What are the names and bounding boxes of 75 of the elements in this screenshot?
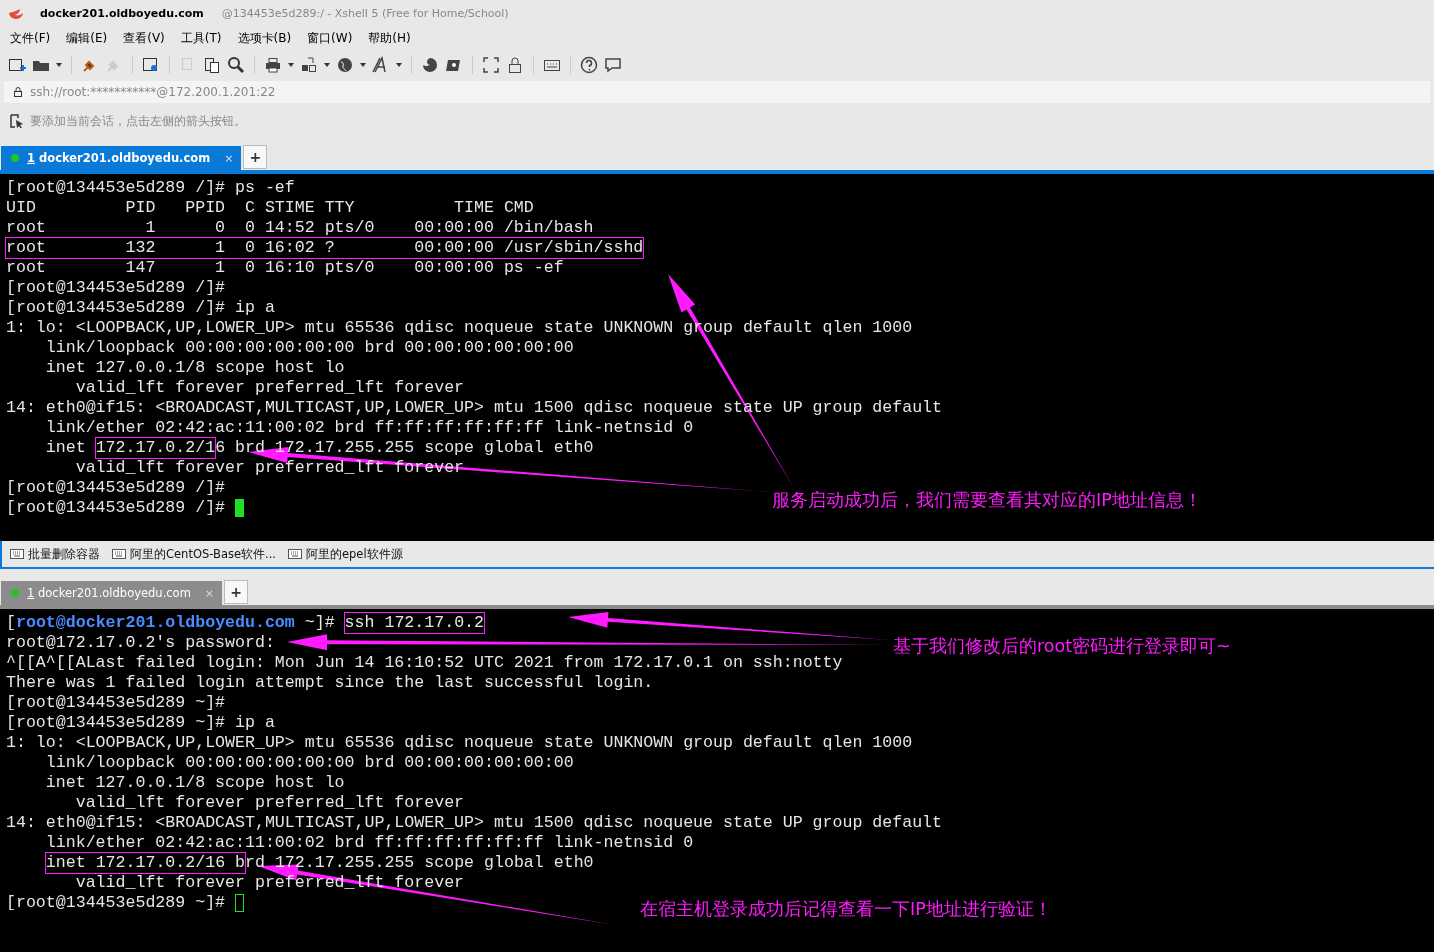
keyboard-icon	[10, 549, 24, 559]
menu-item[interactable]: 编辑(E)	[66, 29, 108, 47]
terminal-line: [root@134453e5d289 /]# ip a	[6, 298, 275, 318]
terminal-line: UID PID PPID C STIME TTY TIME CMD	[6, 198, 534, 218]
terminal-line: root 147 1 0 16:10 pts/0 00:00:00 ps -ef	[6, 258, 564, 278]
terminal-line: ^[[A^[[ALast failed login: Mon Jun 14 16:10:52 UTC 2021 from 172.17.0.1 on ssh:notty	[6, 653, 843, 673]
window-subtitle: @134453e5d289:/ - Xshell 5 (Free for Home/School)	[221, 6, 509, 20]
lock-icon	[14, 87, 22, 97]
highlighted-text: inet 172.17.0.2/16 b	[45, 853, 245, 873]
new-tab-button[interactable]: +	[243, 145, 268, 169]
annotation-text: 服务启动成功后，我们需要查看其对应的IP地址信息！	[772, 489, 1202, 512]
paste-icon[interactable]	[203, 56, 221, 74]
menu-item[interactable]: 工具(T)	[180, 29, 222, 47]
new-tab-button[interactable]: +	[224, 580, 249, 604]
terminal-line: [root@docker201.oldboyedu.com ~]#	[6, 613, 335, 633]
terminal-line: inet 127.0.0.1/8 scope host lo	[44, 773, 345, 793]
terminal-line: root@172.17.0.2's password:	[6, 633, 275, 653]
caret-icon[interactable]	[56, 63, 62, 67]
printer-icon[interactable]	[264, 56, 282, 74]
search-icon[interactable]	[227, 56, 245, 74]
terminal-line: valid_lft forever preferred_lft forever	[74, 793, 465, 813]
terminal-line: link/loopback 00:00:00:00:00:00 brd 00:00:00:00:00:00	[44, 753, 574, 773]
terminal-line: [root@134453e5d289 ~]# ip a	[6, 713, 275, 733]
menu-item[interactable]: 查看(V)	[123, 29, 165, 47]
help-icon[interactable]	[580, 56, 598, 74]
window-title: docker201.oldboyedu.com	[40, 6, 204, 20]
quick-command-button[interactable]: 阿里的CentOS-Base软件...	[112, 546, 276, 562]
lock-icon[interactable]	[506, 56, 524, 74]
terminal-line: inet	[44, 438, 87, 458]
status-dot-icon	[11, 154, 19, 162]
app-logo-icon	[8, 7, 24, 19]
terminal-line: rd 172.17.255.255 scope global eth0	[245, 853, 594, 873]
terminal-line: link/loopback 00:00:00:00:00:00 brd 00:00:00:00:00:00	[44, 338, 574, 358]
terminal-line: 1: lo: <LOOPBACK,UP,LOWER_UP> mtu 65536 qdisc noqueue state UNKNOWN group default qlen 1000	[6, 733, 913, 753]
new-window-icon[interactable]	[8, 56, 26, 74]
highlighted-text: root 132 1 0 16:02 ? 00:00:00 /usr/sbin/sshd	[6, 238, 644, 258]
terminal-line: There was 1 failed login attempt since the last successful login.	[6, 673, 654, 693]
menu-item[interactable]: 文件(F)	[10, 29, 51, 47]
shell-icon[interactable]	[421, 56, 439, 74]
add-session-arrow-icon[interactable]	[10, 114, 24, 128]
transfer-icon[interactable]	[300, 56, 318, 74]
terminal-line: link/ether 02:42:ac:11:00:02 brd ff:ff:ff:ff:ff:ff link-netnsid 0	[44, 418, 694, 438]
terminal-line: valid_lft forever preferred_lft forever	[74, 378, 465, 398]
quick-command-button[interactable]: 阿里的epel软件源	[287, 546, 403, 562]
menu-item[interactable]: 帮助(H)	[368, 29, 411, 47]
hint-text: 要添加当前会话，点击左侧的箭头按钮。	[30, 112, 246, 130]
terminal-line: [root@134453e5d289 /]#	[6, 278, 226, 298]
quick-command-button[interactable]: 批量删除容器	[10, 546, 100, 562]
globe-icon[interactable]	[336, 56, 354, 74]
properties-icon[interactable]	[142, 56, 160, 74]
terminal-line: root 1 0 0 14:52 pts/0 00:00:00 /bin/bash	[6, 218, 594, 238]
caret-icon[interactable]	[288, 63, 294, 67]
annotation-text: 基于我们修改后的root密码进行登录即可~	[893, 635, 1231, 658]
session-tab[interactable]: 1 docker201.oldboyedu.com ×	[1, 146, 242, 170]
terminal-line: inet 127.0.0.1/8 scope host lo	[44, 358, 345, 378]
highlighted-text: 172.17.0.2/1	[95, 438, 216, 458]
highlighted-text: ssh 172.17.0.2	[344, 613, 485, 633]
menu-item[interactable]: 选项卡(B)	[237, 29, 292, 47]
terminal-line: [root@134453e5d289 ~]#	[6, 893, 227, 913]
keyboard-icon	[287, 549, 302, 559]
caret-icon[interactable]	[396, 63, 402, 67]
terminal-line: [root@134453e5d289 ~]#	[6, 693, 226, 713]
menu-item[interactable]: 窗口(W)	[307, 29, 353, 47]
terminal-line: 14: eth0@if15: <BROADCAST,MULTICAST,UP,LOWER_UP> mtu 1500 qdisc noqueue state UP group default	[6, 813, 943, 833]
fullscreen-icon[interactable]	[482, 56, 500, 74]
keyboard-icon	[112, 549, 126, 559]
terminal-line: [root@134453e5d289 /]#	[6, 478, 226, 498]
annotation-text: 在宿主机登录成功后记得查看一下IP地址进行验证！	[640, 898, 1052, 921]
terminal-line: [root@134453e5d289 /]#	[6, 498, 227, 518]
terminal-line: link/ether 02:42:ac:11:00:02 brd ff:ff:ff:ff:ff:ff link-netnsid 0	[44, 833, 694, 853]
status-dot-icon	[11, 589, 19, 597]
chat-bubble-icon[interactable]	[604, 56, 622, 74]
terminal-line: [root@134453e5d289 /]# ps -ef	[6, 178, 295, 198]
caret-icon[interactable]	[324, 63, 330, 67]
caret-icon[interactable]	[360, 63, 366, 67]
